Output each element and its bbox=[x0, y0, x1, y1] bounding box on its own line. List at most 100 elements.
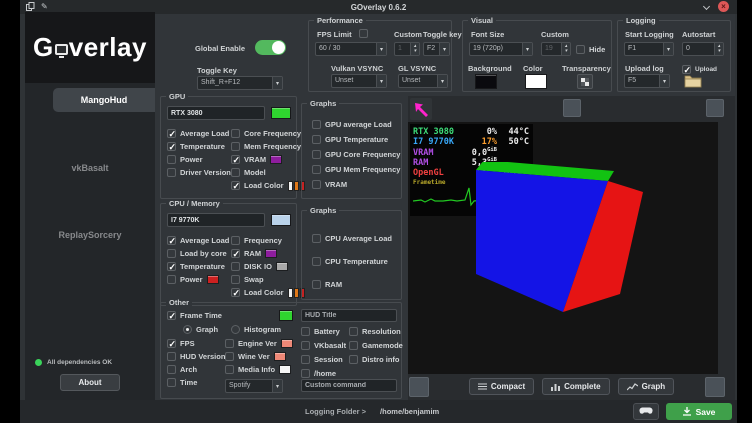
preset-compact-button[interactable]: Compact bbox=[469, 378, 534, 395]
position-top-right-button[interactable] bbox=[706, 99, 724, 117]
checkbox-mem-frequency[interactable]: Mem Frequency bbox=[231, 140, 305, 153]
checkbox-resolution[interactable]: Resolution bbox=[349, 325, 399, 338]
checkbox-average-load[interactable]: Average Load bbox=[167, 234, 229, 247]
color-swatch[interactable] bbox=[279, 365, 291, 374]
color-swatch[interactable] bbox=[281, 339, 293, 348]
preset-complete-button[interactable]: Complete bbox=[542, 378, 609, 395]
color-swatch[interactable] bbox=[270, 155, 282, 164]
sidebar-tab-mangohud[interactable]: MangoHud bbox=[53, 88, 155, 112]
checkbox-driver-version[interactable]: Driver Version bbox=[167, 166, 231, 179]
close-button[interactable]: × bbox=[718, 1, 729, 12]
checkbox-load-by-core[interactable]: Load by core bbox=[167, 247, 229, 260]
position-arrow-button[interactable] bbox=[410, 98, 432, 120]
sidebar-tab-replaysorcery[interactable]: ReplaySorcery bbox=[25, 230, 155, 240]
save-button[interactable]: Save bbox=[666, 403, 732, 420]
cpu-graphs-group: Graphs CPU Average LoadCPU TemperatureRA… bbox=[301, 210, 402, 300]
checkbox-frame-time[interactable]: Frame Time bbox=[167, 309, 222, 322]
cpu-column-2: FrequencyRAMDISK IOSwapLoad Color bbox=[231, 234, 305, 299]
checkbox-temperature[interactable]: Temperature bbox=[167, 140, 231, 153]
checkbox-power[interactable]: Power bbox=[167, 153, 231, 166]
checkbox-label: Load Color bbox=[244, 181, 284, 190]
color-swatch[interactable] bbox=[265, 249, 277, 258]
sidebar-tab-vkbasalt[interactable]: vkBasalt bbox=[25, 163, 155, 173]
checkbox-media-info[interactable]: Media Info bbox=[225, 363, 293, 376]
checkbox-load-color[interactable]: Load Color bbox=[231, 179, 305, 192]
custom-command-input[interactable] bbox=[301, 379, 397, 392]
checkbox-fps[interactable]: FPS bbox=[167, 337, 225, 350]
checkbox-gpu-average-load[interactable]: GPU average Load bbox=[312, 117, 400, 132]
checkbox-hide[interactable]: Hide bbox=[576, 43, 605, 56]
transparency-button[interactable] bbox=[577, 74, 593, 89]
arrow-up-left-icon bbox=[413, 101, 430, 118]
checkbox-battery[interactable]: Battery bbox=[301, 325, 349, 338]
checkbox-vram[interactable]: VRAM bbox=[231, 153, 305, 166]
autostart-spinner[interactable]: 0 ▴▾ bbox=[682, 42, 724, 56]
gpu-color-swatch[interactable] bbox=[271, 107, 291, 119]
radio-graph[interactable]: Graph bbox=[183, 323, 218, 336]
checkbox-power[interactable]: Power bbox=[167, 273, 229, 286]
checkbox-ram[interactable]: RAM bbox=[312, 273, 392, 296]
checkbox-gpu-temperature[interactable]: GPU Temperature bbox=[312, 132, 400, 147]
checkbox-cpu-average-load[interactable]: CPU Average Load bbox=[312, 227, 392, 250]
checkbox-gpu-mem-frequency[interactable]: GPU Mem Frequency bbox=[312, 162, 400, 177]
upload-log-dropdown[interactable]: F5▾ bbox=[624, 74, 670, 88]
checkbox-swap[interactable]: Swap bbox=[231, 273, 305, 286]
checkbox-model[interactable]: Model bbox=[231, 166, 305, 179]
checkbox-label: CPU Temperature bbox=[325, 257, 388, 266]
fps-custom-spinner[interactable]: 1 ▴▾ bbox=[394, 42, 420, 56]
logging-folder[interactable]: Logging Folder > /home/benjamim bbox=[305, 407, 439, 416]
global-enable-toggle[interactable] bbox=[255, 40, 286, 55]
vulkan-vsync-dropdown[interactable]: Unset▾ bbox=[331, 74, 387, 88]
fps-limit-checkbox[interactable] bbox=[359, 29, 368, 38]
checkbox-time[interactable]: Time bbox=[167, 376, 225, 389]
about-button[interactable]: About bbox=[60, 374, 120, 391]
checkbox-frequency[interactable]: Frequency bbox=[231, 234, 305, 247]
start-logging-dropdown[interactable]: F1▾ bbox=[624, 42, 674, 56]
gpu-name-input[interactable] bbox=[167, 106, 265, 120]
color-swatch[interactable] bbox=[207, 275, 219, 284]
checkbox-vram[interactable]: VRAM bbox=[312, 177, 400, 192]
color-swatch[interactable] bbox=[274, 352, 286, 361]
fps-limit-dropdown[interactable]: 60 / 30▾ bbox=[315, 42, 387, 56]
checkbox-disk-io[interactable]: DISK IO bbox=[231, 260, 305, 273]
preset-graph-button[interactable]: Graph bbox=[618, 378, 675, 395]
checkbox-hud-version[interactable]: HUD Version bbox=[167, 350, 225, 363]
media-player-dropdown[interactable]: Spotify▾ bbox=[225, 379, 283, 393]
upload-folder-button[interactable] bbox=[684, 74, 702, 93]
checkbox-gpu-core-frequency[interactable]: GPU Core Frequency bbox=[312, 147, 400, 162]
checkbox-wine-ver[interactable]: Wine Ver bbox=[225, 350, 293, 363]
checkbox-engine-ver[interactable]: Engine Ver bbox=[225, 337, 293, 350]
font-size-dropdown[interactable]: 19 (720p)▾ bbox=[469, 42, 533, 56]
radio-histogram[interactable]: Histogram bbox=[231, 323, 281, 336]
checkbox-distro-info[interactable]: Distro info bbox=[349, 353, 399, 366]
checkbox-home[interactable]: /home bbox=[301, 367, 349, 380]
gamepad-button[interactable] bbox=[633, 403, 659, 420]
checkbox-arch[interactable]: Arch bbox=[167, 363, 225, 376]
checkbox-gamemode[interactable]: Gamemode bbox=[349, 339, 399, 352]
logging-group: Logging Start Logging F1▾ Autostart 0 ▴▾… bbox=[617, 20, 731, 92]
frame-time-color-swatch[interactable] bbox=[279, 310, 293, 321]
toggle-key-dropdown[interactable]: Shift_R+F12▾ bbox=[197, 76, 283, 90]
cpu-name-input[interactable] bbox=[167, 213, 265, 227]
font-size-custom-spinner[interactable]: 19 ▴▾ bbox=[541, 42, 571, 56]
checkbox-box bbox=[167, 236, 176, 245]
checkbox-cpu-temperature[interactable]: CPU Temperature bbox=[312, 250, 392, 273]
hud-title-input[interactable] bbox=[301, 309, 397, 322]
checkbox-load-color[interactable]: Load Color bbox=[231, 286, 305, 299]
text-color-swatch[interactable] bbox=[525, 74, 547, 89]
cpu-color-swatch[interactable] bbox=[271, 214, 291, 226]
background-color-swatch[interactable] bbox=[475, 74, 497, 89]
checkbox-ram[interactable]: RAM bbox=[231, 247, 305, 260]
checkbox-session[interactable]: Session bbox=[301, 353, 349, 366]
bar-chart-icon bbox=[551, 383, 560, 391]
checkbox-core-frequency[interactable]: Core Frequency bbox=[231, 127, 305, 140]
checkbox-temperature[interactable]: Temperature bbox=[167, 260, 229, 273]
checkbox-vkbasalt[interactable]: VKbasalt bbox=[301, 339, 349, 352]
window-title: GOverlay 0.6.2 bbox=[20, 3, 737, 12]
gl-vsync-dropdown[interactable]: Unset▾ bbox=[398, 74, 448, 88]
color-swatch[interactable] bbox=[276, 262, 288, 271]
checkbox-average-load[interactable]: Average Load bbox=[167, 127, 231, 140]
fps-toggle-key-dropdown[interactable]: F2▾ bbox=[423, 42, 450, 56]
checkbox-box bbox=[301, 341, 310, 350]
position-top-center-button[interactable] bbox=[563, 99, 581, 117]
